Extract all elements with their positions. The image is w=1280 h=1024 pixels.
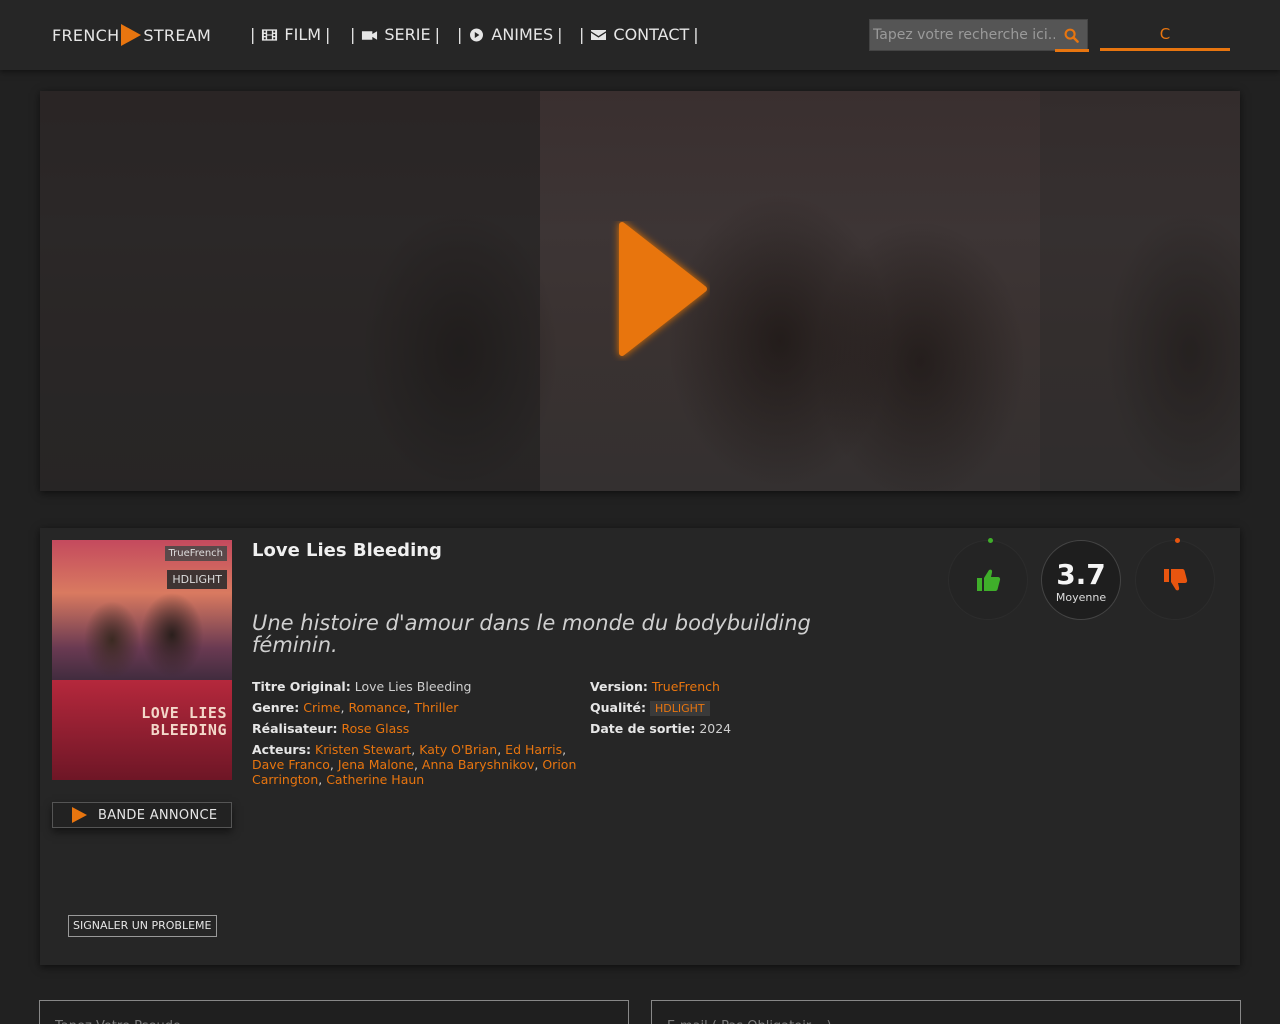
nav-separator: | <box>457 25 463 44</box>
meta-label: Qualité: <box>590 700 646 715</box>
nav-animes[interactable]: | ANIMES | <box>457 25 562 44</box>
director-link[interactable]: Rose Glass <box>341 721 409 736</box>
poster-quality-badge: HDLIGHT <box>167 570 227 589</box>
nav-film-label: FILM <box>284 25 322 44</box>
quality-badge[interactable]: HDLIGHT <box>649 701 710 716</box>
meta-label: Date de sortie: <box>590 721 696 736</box>
video-camera-icon <box>362 30 378 40</box>
nav-separator: | <box>557 25 563 44</box>
movie-title: Love Lies Bleeding <box>252 540 442 561</box>
nav-contact-label: CONTACT <box>613 25 690 44</box>
nav-separator: | <box>434 25 440 44</box>
site-logo[interactable]: FRENCH STREAM <box>52 24 211 46</box>
poster-title-art: LOVE LIES BLEEDING <box>141 704 227 739</box>
logo-text-left: FRENCH <box>52 25 120 45</box>
actor-link[interactable]: Ed Harris <box>505 742 562 757</box>
release-year: 2024 <box>699 721 732 736</box>
meta-label: Réalisateur: <box>252 721 338 736</box>
play-circle-icon <box>470 28 484 41</box>
envelope-icon <box>591 29 607 40</box>
top-header: FRENCH STREAM | FILM | | SERIE | | ANIME… <box>0 0 1280 70</box>
video-player[interactable] <box>40 91 1240 491</box>
thumbs-down-icon <box>1164 569 1188 591</box>
report-problem-button[interactable]: SIGNALER UN PROBLEME <box>68 915 217 937</box>
genre-link[interactable]: Crime <box>303 700 340 715</box>
search-input[interactable] <box>870 20 1055 50</box>
dislike-indicator-dot <box>1175 538 1180 543</box>
nav-separator: | <box>693 25 699 44</box>
search-button[interactable] <box>1055 20 1087 50</box>
actor-link[interactable]: Dave Franco <box>252 757 330 772</box>
nav-separator: | <box>250 25 256 44</box>
poster-version-badge: TrueFrench <box>164 546 227 561</box>
nav-contact[interactable]: | CONTACT | <box>579 25 699 44</box>
average-rating: 3.7 Moyenne <box>1041 540 1121 620</box>
like-button[interactable] <box>948 538 1028 620</box>
thumbs-up-icon <box>977 569 1001 591</box>
play-icon[interactable] <box>580 221 710 361</box>
pseudo-input[interactable] <box>39 1000 629 1024</box>
movie-tagline: Une histoire d'amour dans le monde du bo… <box>252 611 811 657</box>
actor-link[interactable]: Jena Malone <box>338 757 414 772</box>
rating-score: 3.7 <box>1056 558 1106 591</box>
nav-serie[interactable]: | SERIE | <box>350 25 440 44</box>
genre-link[interactable]: Thriller <box>414 700 458 715</box>
meta-release: Date de sortie: 2024 <box>590 721 890 736</box>
meta-quality: Qualité: HDLIGHT <box>590 700 890 716</box>
meta-genre: Genre: Crime, Romance, Thriller <box>252 700 459 715</box>
actor-link[interactable]: Kristen Stewart <box>315 742 411 757</box>
logo-text-right: STREAM <box>143 25 212 45</box>
actor-link[interactable]: Katy O'Brian <box>419 742 497 757</box>
nav-animes-label: ANIMES <box>491 25 554 44</box>
trailer-button-label: BANDE ANNONCE <box>98 807 218 823</box>
actor-link[interactable]: Anna Baryshnikov <box>422 757 534 772</box>
nav-serie-label: SERIE <box>384 25 431 44</box>
dislike-button[interactable] <box>1135 538 1215 620</box>
search-icon <box>1064 28 1079 43</box>
nav-separator: | <box>579 25 585 44</box>
genre-link[interactable]: Romance <box>348 700 406 715</box>
meta-actors: Acteurs: Kristen Stewart, Katy O'Brian, … <box>252 742 577 787</box>
email-input[interactable] <box>651 1000 1241 1024</box>
search-box <box>869 19 1088 51</box>
player-backdrop-shade-left <box>40 91 540 491</box>
play-icon <box>72 807 87 823</box>
version-link[interactable]: TrueFrench <box>652 679 720 694</box>
meta-label: Version: <box>590 679 648 694</box>
search-underline <box>1055 49 1089 52</box>
login-button[interactable]: C <box>1100 19 1230 51</box>
actor-link[interactable]: Catherine Haun <box>326 772 424 787</box>
meta-label: Titre Original: <box>252 679 351 694</box>
like-indicator-dot <box>988 538 993 543</box>
original-title-value: Love Lies Bleeding <box>354 679 472 694</box>
meta-director: Réalisateur: Rose Glass <box>252 721 572 736</box>
movie-poster[interactable]: LOVE LIES BLEEDING TrueFrench HDLIGHT <box>52 540 232 780</box>
nav-film[interactable]: | FILM | <box>250 25 330 44</box>
logo-play-icon <box>121 24 142 46</box>
rating-score-label: Moyenne <box>1055 591 1107 604</box>
meta-original-title: Titre Original: Love Lies Bleeding <box>252 679 572 694</box>
movie-info-card: LOVE LIES BLEEDING TrueFrench HDLIGHT BA… <box>40 528 1240 965</box>
trailer-button[interactable]: BANDE ANNONCE <box>52 802 232 828</box>
meta-label: Acteurs: <box>252 742 312 757</box>
nav-separator: | <box>350 25 356 44</box>
nav-separator: | <box>325 25 331 44</box>
player-backdrop-shade-right <box>1040 91 1240 491</box>
meta-label: Genre: <box>252 700 300 715</box>
meta-version: Version: TrueFrench <box>590 679 890 694</box>
film-icon <box>262 28 278 41</box>
